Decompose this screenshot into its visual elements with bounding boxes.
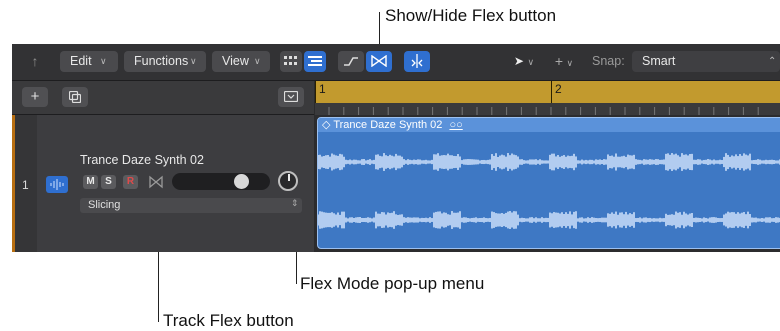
- catch-playhead-icon[interactable]: [404, 51, 430, 72]
- track-number-column: 1: [15, 115, 37, 252]
- volume-slider[interactable]: [172, 173, 270, 190]
- chevron-down-icon: ∨: [566, 58, 574, 68]
- pan-knob[interactable]: [278, 171, 298, 191]
- flex-mode-value: Slicing: [88, 199, 121, 211]
- functions-menu[interactable]: Functions ∨: [124, 51, 206, 72]
- secondary-tool-menu[interactable]: + ∨: [546, 51, 582, 72]
- audio-region[interactable]: ◇ Trance Daze Synth 02 ○○: [317, 117, 780, 249]
- track-icon-waveform[interactable]: [46, 176, 68, 193]
- list-view-icon[interactable]: [304, 51, 326, 72]
- show-hide-flex-button[interactable]: [366, 51, 392, 72]
- bar-ruler[interactable]: 1 2: [315, 81, 780, 103]
- grid-view-icon[interactable]: [280, 51, 302, 72]
- loop-icon: ○○: [449, 119, 463, 131]
- chevron-down-icon: ∨: [100, 56, 107, 66]
- callout-flex-mode-menu: Flex Mode pop-up menu: [300, 274, 485, 293]
- snap-select[interactable]: Smart ⌃: [632, 51, 780, 72]
- region-name: Trance Daze Synth 02: [333, 119, 443, 131]
- updown-chevron-icon: ⇕: [291, 198, 299, 208]
- chevron-down-icon: ∨: [254, 56, 261, 66]
- edit-menu-label: Edit: [70, 54, 92, 68]
- ruler-bar-2: 2: [555, 82, 562, 96]
- chevron-down-icon: ∨: [527, 57, 535, 67]
- snap-value: Smart: [642, 54, 676, 68]
- track-header-toolbar: +: [12, 81, 314, 115]
- record-enable-button[interactable]: R: [123, 175, 138, 189]
- solo-button[interactable]: S: [101, 175, 116, 189]
- automation-icon[interactable]: [338, 51, 364, 72]
- duplicate-track-button[interactable]: [62, 87, 88, 107]
- volume-slider-knob[interactable]: [233, 174, 249, 189]
- flex-mode-popup[interactable]: Slicing ⇕: [80, 198, 302, 213]
- waveform: [318, 153, 780, 229]
- tracks-area[interactable]: ◇ Trance Daze Synth 02 ○○: [315, 115, 780, 252]
- updown-chevron-icon: ⌃: [768, 56, 777, 67]
- callout-show-hide-flex: Show/Hide Flex button: [385, 6, 557, 25]
- up-arrow-icon[interactable]: ↑: [24, 51, 46, 72]
- functions-menu-label: Functions: [134, 54, 189, 68]
- view-menu-label: View: [222, 54, 249, 68]
- ruler-bar-line: [551, 81, 552, 103]
- pan-indicator: [288, 174, 290, 181]
- callout-track-flex: Track Flex button: [163, 311, 294, 330]
- pointer-icon: ➤: [513, 54, 524, 68]
- logic-arrange-window: ↑ Edit ∨ Functions ∨ View ∨ ➤ ∨ + ∨ Snap…: [12, 44, 780, 252]
- edit-menu[interactable]: Edit ∨: [60, 51, 118, 72]
- chevron-down-icon: ∨: [190, 56, 197, 66]
- crosshair-icon: +: [554, 53, 564, 69]
- mute-button[interactable]: M: [83, 175, 98, 189]
- global-tracks-button[interactable]: [278, 87, 304, 107]
- ruler-bar-line: [315, 81, 316, 103]
- region-header: ◇ Trance Daze Synth 02 ○○: [318, 118, 780, 132]
- track-header[interactable]: 1 Trance Daze Synth 02 M S R Slicing ⇕: [12, 115, 314, 252]
- toolbar: ↑ Edit ∨ Functions ∨ View ∨ ➤ ∨ + ∨ Snap…: [12, 44, 780, 81]
- add-track-button[interactable]: +: [22, 87, 48, 107]
- region-updown-icon: ◇: [322, 119, 331, 131]
- snap-label: Snap:: [592, 54, 625, 68]
- track-flex-button[interactable]: [148, 175, 164, 189]
- track-name[interactable]: Trance Daze Synth 02: [80, 153, 204, 167]
- view-menu[interactable]: View ∨: [212, 51, 270, 72]
- ruler-bar-1: 1: [319, 82, 326, 96]
- track-number: 1: [22, 178, 29, 192]
- pointer-tool-menu[interactable]: ➤ ∨: [506, 51, 542, 72]
